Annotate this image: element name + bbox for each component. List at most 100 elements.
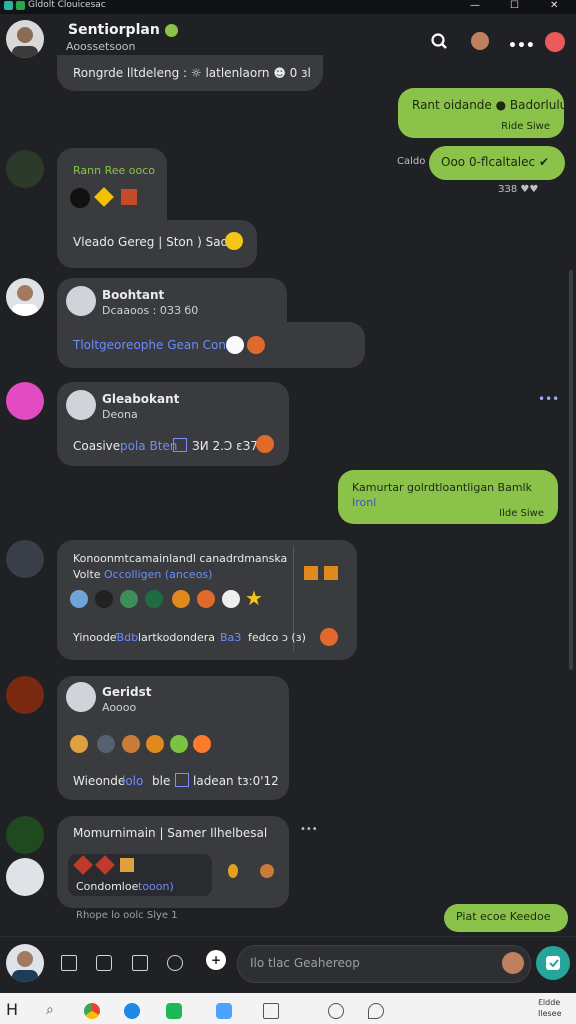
send-button[interactable] [536,946,570,980]
sender-mini-avatar [66,286,96,316]
search-icon[interactable] [430,32,448,50]
sender-avatar[interactable] [6,150,44,188]
message-text: lartkodondera [138,631,216,644]
message-link: Ironl [352,496,377,509]
sender-mini-avatar [66,390,96,420]
sender-name: Geridst [102,685,152,699]
emoji-icon [164,23,178,37]
message-text: Piat ecoe Keedoe [456,910,551,923]
image-icon [324,566,338,580]
message-link[interactable]: pola Bten [120,439,177,453]
close-button[interactable]: ✕ [550,0,558,12]
inline-icon [175,773,189,787]
card-link[interactable]: Occolligen (anceos) [104,568,212,581]
attachment-link[interactable]: tooon) [138,880,174,893]
message-bubble-outgoing[interactable]: Rant oidande ● Badorlulu Ride Siwe [398,88,568,138]
emoji-icon [320,628,338,646]
star-icon: ★ [245,586,263,610]
message-bubble-outgoing[interactable]: Kamurtar golrdtloantligan Bamlk Ironl Il… [338,470,558,524]
message-bubble[interactable]: Rongrde lltdeleng : ☼ latlenlaorn ☻ 0 ɜl [57,55,323,91]
gif-icon[interactable] [132,955,148,971]
contact-name: Sentiorplan [68,22,178,38]
emoji-icon [228,864,238,878]
contact-status: Aoossetsoon [66,40,136,53]
minimize-button[interactable]: — [470,0,480,12]
sender-avatar[interactable] [6,278,44,316]
store-icon[interactable] [216,1003,232,1019]
sender-avatar[interactable] [6,816,44,854]
app-taskbar-icon[interactable] [166,1003,182,1019]
inline-icon [173,438,187,452]
image-icon [304,566,318,580]
message-text: Rant oidande ● Badorlulu [412,98,568,112]
message-link[interactable]: ВаЗ [220,631,241,644]
settings-icon[interactable] [328,1003,344,1019]
sender-status: Deona [102,408,138,421]
card-title: Momurnimain | Samer Ilhelbesal [73,826,268,840]
message-text: Tloltgeoreophe Gean Con ℍ [73,338,240,352]
app-icon [4,0,13,10]
emoji-icon [122,735,140,753]
emoji-icon [120,590,138,608]
message-text: Rongrde lltdeleng : ☼ latlenlaorn ☻ 0 ɜl [73,66,311,80]
emoji-icon [226,336,244,354]
edge-icon[interactable] [124,1003,140,1019]
search-taskbar-icon[interactable]: ⌕ [46,1002,54,1018]
message-text: Coasive [73,439,121,453]
maximize-button[interactable]: ☐ [510,0,519,12]
message-time: Ilde Siwe [499,508,544,519]
input-placeholder: Ilo tlac Geahereop [250,956,360,970]
attach-file-icon[interactable] [61,955,77,971]
message-link[interactable]: lolo [122,774,143,788]
sender-name: Rann Ree ooco [73,164,156,177]
typing-indicator: ••• [538,392,560,406]
image-icon[interactable] [96,955,112,971]
message-text: ble [152,774,171,788]
chat-icon[interactable] [368,1003,384,1019]
chrome-icon[interactable] [84,1003,100,1019]
emoji-icon [95,590,113,608]
image-icon [121,189,137,205]
emoji-icon [193,735,211,753]
more-options-icon[interactable]: ••• [508,38,535,54]
message-input[interactable]: Ilo tlac Geahereop [237,945,531,983]
sender-avatar[interactable] [6,540,44,578]
start-icon[interactable]: H [6,1000,18,1019]
sender-avatar[interactable] [6,676,44,714]
emoji-icon [170,735,188,753]
clock-time: Ɛldde [538,998,561,1007]
sender-avatar[interactable] [6,382,44,420]
sender-avatar[interactable] [6,858,44,896]
emoji-icon [172,590,190,608]
attachment-label: Condomloe [76,880,139,893]
message-text: ladean tɜ:0'12 [193,774,279,788]
message-text: Kamurtar golrdtloantligan Bamlk [352,481,532,494]
attachment-icon [120,858,134,872]
app-title: Gldolt Clouicesac [4,0,106,10]
message-text: Yinoode [73,631,117,644]
typing-indicator: ••• [300,824,318,835]
message-bubble-outgoing[interactable]: Piat ecoe Keedoe [444,904,568,932]
scrollbar[interactable] [569,270,573,670]
emoji-icon [225,232,243,250]
add-icon[interactable]: + [206,950,226,970]
side-label: Caldo [397,156,426,167]
my-avatar[interactable] [6,944,44,982]
emoji-icon [70,590,88,608]
task-view-icon[interactable] [263,1003,279,1019]
emoji-icon [146,735,164,753]
sender-status: Aoooo [102,701,137,714]
profile-icon[interactable] [471,32,489,50]
message-text: fedco ɔ (ɜ) [248,631,306,644]
message-bubble-outgoing[interactable]: Ooo 0-flcaltalec ✔ [429,146,565,180]
message-link[interactable]: Ɓdb [116,631,138,644]
emoji-picker-icon[interactable] [502,952,524,974]
account-icon[interactable] [545,32,565,52]
app-icon-2 [16,0,25,10]
sticker-icon[interactable] [167,955,183,971]
clock-date: Ilesee [538,1009,562,1018]
message-time: Ride Siwe [501,121,550,132]
contact-avatar[interactable] [6,20,44,58]
message-text: ЗИ 2.Ɔ ɛЗ7 [192,439,258,453]
message-caption: Rhope lo oolc Slye 1 [76,910,178,921]
